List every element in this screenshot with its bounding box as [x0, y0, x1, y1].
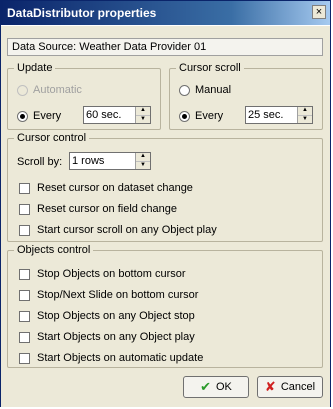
window-title: DataDistributor properties	[7, 6, 157, 20]
scroll-interval-value[interactable]: 25 sec.	[246, 107, 297, 123]
start-cursor-scroll-option[interactable]: Start cursor scroll on any Object play	[19, 222, 217, 238]
reset-cursor-field-option[interactable]: Reset cursor on field change	[19, 201, 177, 217]
stop-objects-any-stop-label: Stop Objects on any Object stop	[37, 310, 195, 322]
update-interval-value[interactable]: 60 sec.	[84, 107, 135, 123]
start-objects-any-play-checkbox[interactable]	[19, 331, 30, 343]
update-every-label: Every	[33, 110, 62, 122]
cross-icon: ✘	[264, 379, 276, 394]
cursor-scroll-every-radio[interactable]: Every	[179, 108, 223, 124]
stop-objects-any-stop-checkbox[interactable]	[19, 310, 30, 322]
data-source-label: Data Source: Weather Data Provider 01	[7, 38, 323, 56]
checkmark-icon: ✔	[200, 379, 211, 394]
start-cursor-scroll-label: Start cursor scroll on any Object play	[37, 224, 217, 236]
properties-dialog: DataDistributor properties × Data Source…	[0, 0, 331, 407]
stop-next-slide-label: Stop/Next Slide on bottom cursor	[37, 289, 199, 301]
scroll-every-label: Every	[195, 110, 224, 122]
update-legend: Update	[17, 62, 53, 74]
scroll-every-radio-button[interactable]	[179, 110, 190, 122]
manual-radio-button[interactable]	[179, 84, 190, 96]
scroll-by-stepper[interactable]: 1 rows ▲ ▼	[69, 152, 151, 170]
stepper-down-icon[interactable]: ▼	[298, 115, 312, 123]
cancel-label: Cancel	[280, 381, 316, 393]
every-radio-button[interactable]	[17, 110, 28, 122]
close-icon: ×	[315, 6, 323, 18]
stepper-down-icon[interactable]: ▼	[136, 161, 150, 169]
reset-cursor-field-checkbox[interactable]	[19, 203, 30, 215]
stepper-up-icon[interactable]: ▲	[136, 107, 150, 116]
automatic-radio-button[interactable]	[17, 84, 28, 96]
cancel-button[interactable]: ✘ Cancel	[257, 376, 323, 398]
stepper-down-icon[interactable]: ▼	[136, 115, 150, 123]
reset-cursor-dataset-checkbox[interactable]	[19, 182, 30, 194]
manual-label: Manual	[195, 84, 232, 96]
stepper-up-icon[interactable]: ▲	[298, 107, 312, 116]
start-cursor-scroll-checkbox[interactable]	[19, 224, 30, 236]
stop-next-slide-option[interactable]: Stop/Next Slide on bottom cursor	[19, 287, 198, 303]
automatic-label: Automatic	[33, 84, 82, 96]
update-every-radio[interactable]: Every	[17, 108, 61, 124]
reset-cursor-field-label: Reset cursor on field change	[37, 203, 178, 215]
scroll-by-value[interactable]: 1 rows	[70, 153, 135, 169]
start-objects-auto-update-option[interactable]: Start Objects on automatic update	[19, 350, 203, 366]
cursor-scroll-legend: Cursor scroll	[179, 62, 241, 74]
start-objects-any-play-option[interactable]: Start Objects on any Object play	[19, 329, 195, 345]
stop-objects-bottom-label: Stop Objects on bottom cursor	[37, 268, 186, 280]
scroll-interval-stepper[interactable]: 25 sec. ▲ ▼	[245, 106, 313, 124]
scroll-by-label: Scroll by:	[17, 156, 63, 168]
ok-button[interactable]: ✔ OK	[183, 376, 249, 398]
objects-control-legend: Objects control	[17, 244, 91, 256]
stop-objects-any-stop-option[interactable]: Stop Objects on any Object stop	[19, 308, 195, 324]
start-objects-auto-update-checkbox[interactable]	[19, 352, 30, 364]
reset-cursor-dataset-label: Reset cursor on dataset change	[37, 182, 193, 194]
update-automatic-radio[interactable]: Automatic	[17, 82, 82, 98]
update-interval-stepper[interactable]: 60 sec. ▲ ▼	[83, 106, 151, 124]
stop-objects-bottom-checkbox[interactable]	[19, 268, 30, 280]
start-objects-any-play-label: Start Objects on any Object play	[37, 331, 195, 343]
stop-next-slide-checkbox[interactable]	[19, 289, 30, 301]
close-button[interactable]: ×	[312, 5, 326, 19]
stop-objects-bottom-option[interactable]: Stop Objects on bottom cursor	[19, 266, 186, 282]
ok-label: OK	[216, 381, 232, 393]
title-bar: DataDistributor properties ×	[1, 1, 330, 25]
dialog-body: Data Source: Weather Data Provider 01 Up…	[1, 25, 330, 407]
reset-cursor-dataset-option[interactable]: Reset cursor on dataset change	[19, 180, 193, 196]
cursor-control-legend: Cursor control	[17, 132, 87, 144]
start-objects-auto-update-label: Start Objects on automatic update	[37, 352, 204, 364]
cursor-scroll-manual-radio[interactable]: Manual	[179, 82, 231, 98]
stepper-up-icon[interactable]: ▲	[136, 153, 150, 162]
